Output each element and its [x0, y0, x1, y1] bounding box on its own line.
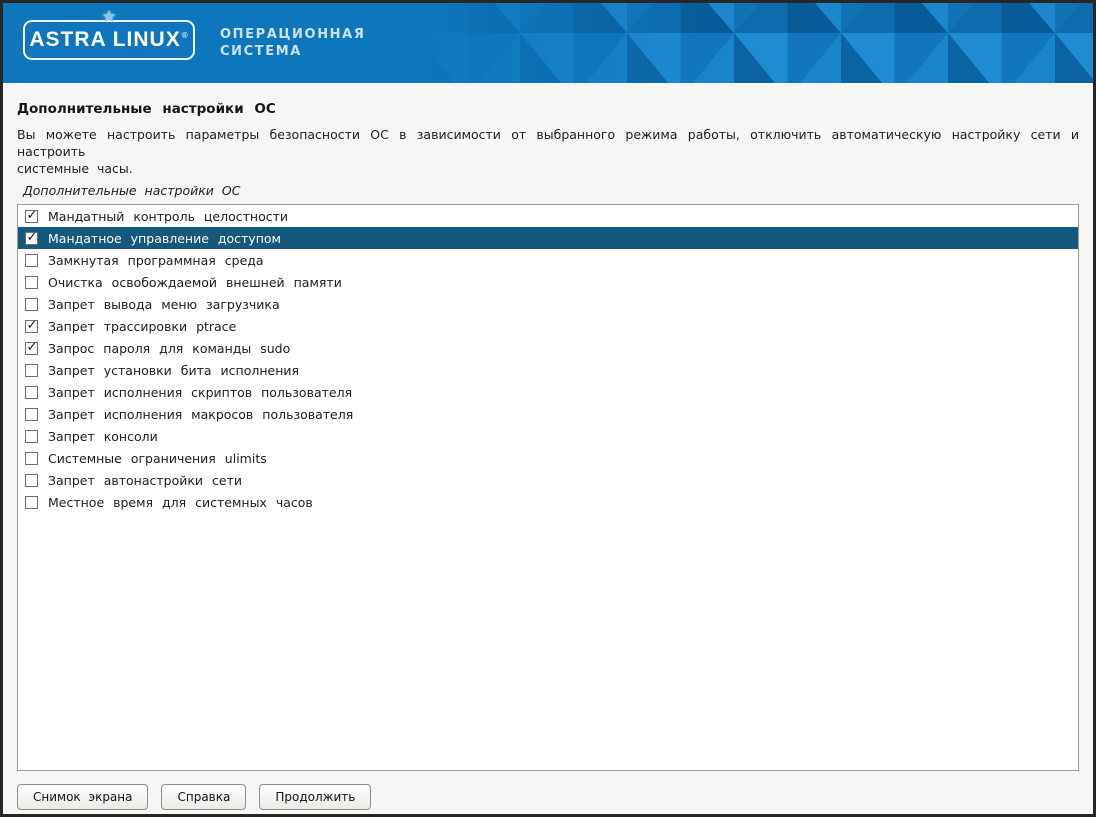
list-item[interactable]: Замкнутая программная среда: [18, 249, 1078, 271]
option-label: Запрет исполнения скриптов пользователя: [48, 385, 352, 400]
description-line-1: Вы можете настроить параметры безопаснос…: [17, 126, 1079, 160]
list-item[interactable]: Запрет установки бита исполнения: [18, 359, 1078, 381]
header-banner: ★ ASTRA LINUX® ОПЕРАЦИОННАЯ СИСТЕМА: [3, 3, 1093, 83]
logo-text: ASTRA LINUX®: [29, 28, 188, 52]
checkbox-checked-icon[interactable]: [25, 342, 38, 355]
checkbox-unchecked-icon[interactable]: [25, 298, 38, 311]
checkbox-unchecked-icon[interactable]: [25, 364, 38, 377]
checkbox-unchecked-icon[interactable]: [25, 430, 38, 443]
list-item[interactable]: Местное время для системных часов: [18, 491, 1078, 513]
options-list-label: Дополнительные настройки ОС: [23, 183, 1079, 198]
description-line-2: системные часы.: [17, 160, 1079, 177]
option-label: Запрос пароля для команды sudo: [48, 341, 290, 356]
checkbox-unchecked-icon[interactable]: [25, 408, 38, 421]
option-label: Мандатный контроль целостности: [48, 209, 288, 224]
list-item[interactable]: Системные ограничения ulimits: [18, 447, 1078, 469]
options-list[interactable]: Мандатный контроль целостности Мандатное …: [17, 204, 1079, 771]
continue-button[interactable]: Продолжить: [259, 784, 371, 810]
brand-text: ОПЕРАЦИОННАЯ СИСТЕМА: [220, 26, 365, 60]
list-item[interactable]: Мандатный контроль целостности: [18, 205, 1078, 227]
list-item[interactable]: Очистка освобождаемой внешней памяти: [18, 271, 1078, 293]
checkbox-checked-icon[interactable]: [25, 320, 38, 333]
registered-mark: ®: [182, 31, 189, 40]
footer-bar: Снимок экрана Справка Продолжить: [3, 771, 1093, 817]
checkbox-checked-icon[interactable]: [25, 210, 38, 223]
checkbox-unchecked-icon[interactable]: [25, 452, 38, 465]
option-label: Очистка освобождаемой внешней памяти: [48, 275, 342, 290]
checkbox-unchecked-icon[interactable]: [25, 276, 38, 289]
option-label: Запрет консоли: [48, 429, 158, 444]
option-label: Запрет установки бита исполнения: [48, 363, 299, 378]
brand-line-1: ОПЕРАЦИОННАЯ: [220, 26, 365, 43]
option-label: Мандатное управление доступом: [48, 231, 281, 246]
list-item[interactable]: Запрет исполнения скриптов пользователя: [18, 381, 1078, 403]
option-label: Запрет автонастройки сети: [48, 473, 242, 488]
list-item[interactable]: Запрет исполнения макросов пользователя: [18, 403, 1078, 425]
checkbox-unchecked-icon[interactable]: [25, 474, 38, 487]
option-label: Запрет исполнения макросов пользователя: [48, 407, 353, 422]
list-item[interactable]: Мандатное управление доступом: [18, 227, 1078, 249]
checkbox-unchecked-icon[interactable]: [25, 496, 38, 509]
option-label: Местное время для системных часов: [48, 495, 313, 510]
header-diamond-pattern: [413, 3, 1093, 83]
list-item[interactable]: Запрет автонастройки сети: [18, 469, 1078, 491]
list-item[interactable]: Запрет консоли: [18, 425, 1078, 447]
screenshot-button[interactable]: Снимок экрана: [17, 784, 148, 810]
page-title: Дополнительные настройки ОС: [17, 101, 1079, 117]
list-item[interactable]: Запрет трассировки ptrace: [18, 315, 1078, 337]
help-button[interactable]: Справка: [161, 784, 246, 810]
page-description: Вы можете настроить параметры безопаснос…: [17, 126, 1079, 177]
main-content: Дополнительные настройки ОС Вы можете на…: [3, 83, 1093, 771]
checkbox-unchecked-icon[interactable]: [25, 386, 38, 399]
list-item[interactable]: Запрет вывода меню загрузчика: [18, 293, 1078, 315]
astra-linux-logo: ★ ASTRA LINUX®: [23, 20, 195, 60]
checkbox-checked-icon[interactable]: [25, 232, 38, 245]
list-item[interactable]: Запрос пароля для команды sudo: [18, 337, 1078, 359]
option-label: Системные ограничения ulimits: [48, 451, 267, 466]
option-label: Запрет вывода меню загрузчика: [48, 297, 280, 312]
option-label: Замкнутая программная среда: [48, 253, 264, 268]
option-label: Запрет трассировки ptrace: [48, 319, 236, 334]
installer-window: ★ ASTRA LINUX® ОПЕРАЦИОННАЯ СИСТЕМА Допо…: [0, 0, 1096, 817]
star-icon: ★: [101, 9, 116, 26]
checkbox-unchecked-icon[interactable]: [25, 254, 38, 267]
brand-line-2: СИСТЕМА: [220, 43, 365, 60]
